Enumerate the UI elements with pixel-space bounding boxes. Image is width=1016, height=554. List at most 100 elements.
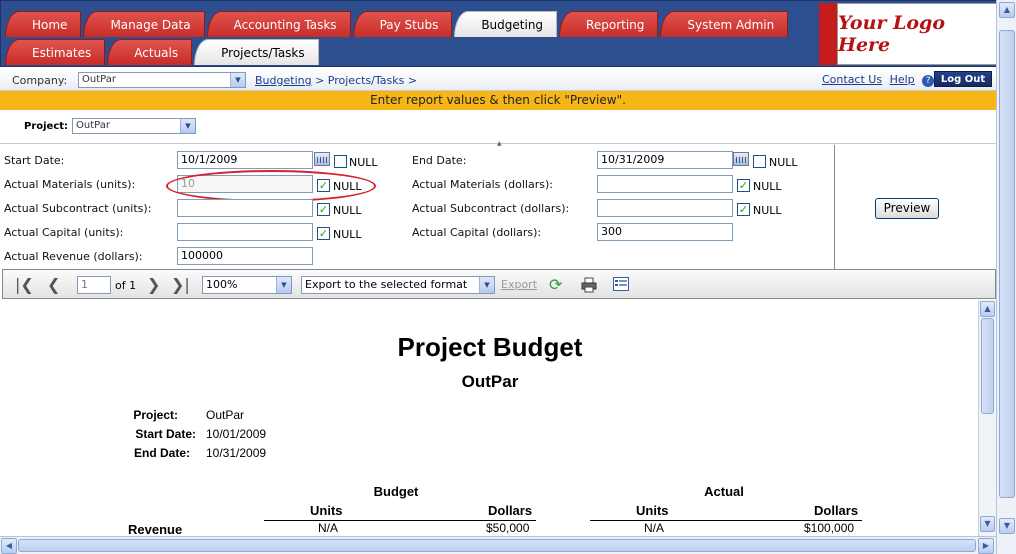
scroll-up-icon[interactable]: ▲ bbox=[999, 2, 1015, 18]
end-date-null-checkbox[interactable]: ✓ bbox=[753, 155, 766, 168]
subcontract-dollars-input[interactable] bbox=[597, 199, 733, 217]
capital-units-input[interactable] bbox=[177, 223, 313, 241]
help-link[interactable]: Help bbox=[890, 73, 915, 86]
previous-page-icon[interactable]: ❮ bbox=[47, 277, 60, 293]
budget-units-header: Units bbox=[310, 503, 343, 518]
tab-home[interactable]: Home bbox=[5, 11, 82, 37]
revenue-dollars-input[interactable]: 100000 bbox=[177, 247, 313, 265]
report-start-label: Start Date: bbox=[135, 427, 196, 441]
logo: Your Logo Here bbox=[837, 3, 997, 65]
report-scrollbar[interactable]: ▲ ▼ bbox=[978, 300, 996, 536]
export-format-select[interactable]: Export to the selected format ▼ bbox=[301, 276, 495, 294]
materials-units-label: Actual Materials (units): bbox=[4, 178, 136, 191]
company-select[interactable]: OutPar ▼ bbox=[78, 72, 246, 88]
logo-area: Your Logo Here bbox=[819, 3, 997, 65]
zoom-select[interactable]: 100% ▼ bbox=[202, 276, 292, 294]
scroll-down-icon[interactable]: ▼ bbox=[980, 516, 995, 532]
end-date-input[interactable]: 10/31/2009 bbox=[597, 151, 733, 169]
chevron-down-icon: ▼ bbox=[180, 119, 195, 133]
capital-units-label: Actual Capital (units): bbox=[4, 226, 124, 239]
null-label: NULL bbox=[349, 156, 378, 169]
revenue-dollars-label: Actual Revenue (dollars): bbox=[4, 250, 143, 263]
budget-units-cell: N/A bbox=[318, 521, 339, 535]
logout-button[interactable]: Log Out bbox=[934, 71, 992, 87]
scroll-down-icon[interactable]: ▼ bbox=[999, 518, 1015, 534]
next-page-icon[interactable]: ❯ bbox=[147, 277, 160, 293]
horizontal-scrollbar[interactable]: ◀ ▶ bbox=[0, 536, 996, 554]
report-end-label: End Date: bbox=[133, 446, 190, 460]
project-select[interactable]: OutPar ▼ bbox=[72, 118, 196, 134]
tab-pay-stubs[interactable]: Pay Stubs bbox=[352, 11, 453, 37]
report-end-value: 10/31/2009 bbox=[206, 446, 267, 460]
budget-dollars-cell: $50,000 bbox=[486, 521, 530, 535]
company-label: Company: bbox=[12, 74, 68, 87]
null-label: NULL bbox=[333, 204, 362, 217]
preview-button[interactable]: Preview bbox=[875, 198, 939, 219]
tab-budgeting[interactable]: Budgeting bbox=[454, 11, 558, 37]
report-scrollbar-thumb[interactable] bbox=[981, 318, 994, 414]
subcontract-units-label: Actual Subcontract (units): bbox=[4, 202, 152, 215]
tab-reporting[interactable]: Reporting bbox=[559, 11, 659, 37]
subcontract-dollars-label: Actual Subcontract (dollars): bbox=[412, 202, 570, 215]
tab-accounting-tasks[interactable]: Accounting Tasks bbox=[206, 11, 351, 37]
first-page-icon[interactable]: |❮ bbox=[15, 277, 34, 293]
capital-units-null-checkbox[interactable]: ✓ bbox=[317, 227, 330, 240]
tab-actuals[interactable]: Actuals bbox=[107, 39, 193, 65]
subcontract-units-null-checkbox[interactable]: ✓ bbox=[317, 203, 330, 216]
horizontal-scrollbar-thumb[interactable] bbox=[18, 539, 976, 552]
project-bar: Project: OutPar ▼ bbox=[0, 110, 996, 144]
refresh-icon[interactable]: ⟳ bbox=[549, 277, 562, 293]
start-date-null-checkbox[interactable]: ✓ bbox=[334, 155, 347, 168]
zoom-value: 100% bbox=[206, 278, 238, 291]
capital-dollars-input[interactable]: 300 bbox=[597, 223, 733, 241]
company-select-value: OutPar bbox=[82, 74, 116, 85]
capital-dollars-label: Actual Capital (dollars): bbox=[412, 226, 542, 239]
subcontract-units-input[interactable] bbox=[177, 199, 313, 217]
scroll-right-icon[interactable]: ▶ bbox=[978, 538, 994, 554]
breadcrumb-budgeting-link[interactable]: Budgeting bbox=[255, 74, 312, 87]
chevron-down-icon: ▼ bbox=[276, 277, 291, 293]
help-icon[interactable]: ? bbox=[922, 75, 935, 87]
tab-projects-tasks[interactable]: Projects/Tasks bbox=[194, 39, 319, 65]
tab-estimates[interactable]: Estimates bbox=[5, 39, 106, 65]
materials-dollars-label: Actual Materials (dollars): bbox=[412, 178, 553, 191]
subcontract-dollars-null-checkbox[interactable]: ✓ bbox=[737, 203, 750, 216]
contact-us-link[interactable]: Contact Us bbox=[822, 73, 882, 86]
project-label: Project: bbox=[24, 121, 69, 132]
document-map-icon[interactable] bbox=[613, 277, 629, 294]
tab-manage-data[interactable]: Manage Data bbox=[83, 11, 205, 37]
tab-system-admin[interactable]: System Admin bbox=[660, 11, 789, 37]
report-start-value: 10/01/2009 bbox=[206, 427, 267, 441]
print-icon[interactable] bbox=[581, 277, 597, 296]
materials-dollars-null-checkbox[interactable]: ✓ bbox=[737, 179, 750, 192]
start-date-input[interactable]: 10/1/2009 bbox=[177, 151, 313, 169]
preview-panel: Preview bbox=[834, 145, 996, 269]
app-header: Home Manage Data Accounting Tasks Pay St… bbox=[0, 0, 1016, 67]
actual-units-header: Units bbox=[636, 503, 669, 518]
budget-header: Budget bbox=[373, 484, 419, 499]
report-toolbar: |❮ ❮ 1 of 1 ❯ ❯| 100% ▼ Export to the se… bbox=[2, 269, 996, 299]
materials-dollars-input[interactable] bbox=[597, 175, 733, 193]
export-link[interactable]: Export bbox=[501, 278, 537, 291]
chevron-down-icon: ▼ bbox=[479, 277, 494, 293]
scroll-up-icon[interactable]: ▲ bbox=[980, 301, 995, 317]
last-page-icon[interactable]: ❯| bbox=[171, 277, 190, 293]
page-number-input[interactable]: 1 bbox=[77, 276, 111, 294]
export-format-value: Export to the selected format bbox=[305, 278, 468, 291]
splitter-handle-icon[interactable]: ▲ bbox=[497, 140, 502, 147]
scroll-left-icon[interactable]: ◀ bbox=[1, 538, 17, 554]
calendar-icon[interactable] bbox=[733, 152, 749, 166]
revenue-row-label: Revenue bbox=[128, 522, 183, 536]
report-viewer: Project Budget OutPar Project: OutPar St… bbox=[2, 300, 978, 536]
page-count: of 1 bbox=[115, 279, 137, 292]
null-label: NULL bbox=[769, 156, 798, 169]
calendar-icon[interactable] bbox=[314, 152, 330, 166]
scrollbar-thumb[interactable] bbox=[999, 30, 1015, 498]
report-title: Project Budget bbox=[397, 332, 583, 362]
actual-units-cell: N/A bbox=[644, 521, 665, 535]
null-label: NULL bbox=[753, 204, 782, 217]
start-date-label: Start Date: bbox=[4, 154, 65, 167]
window-scrollbar[interactable]: ▲ ▼ bbox=[996, 0, 1016, 554]
top-links: Contact Us Help ? bbox=[822, 73, 938, 87]
instruction-banner: Enter report values & then click "Previe… bbox=[0, 91, 996, 110]
